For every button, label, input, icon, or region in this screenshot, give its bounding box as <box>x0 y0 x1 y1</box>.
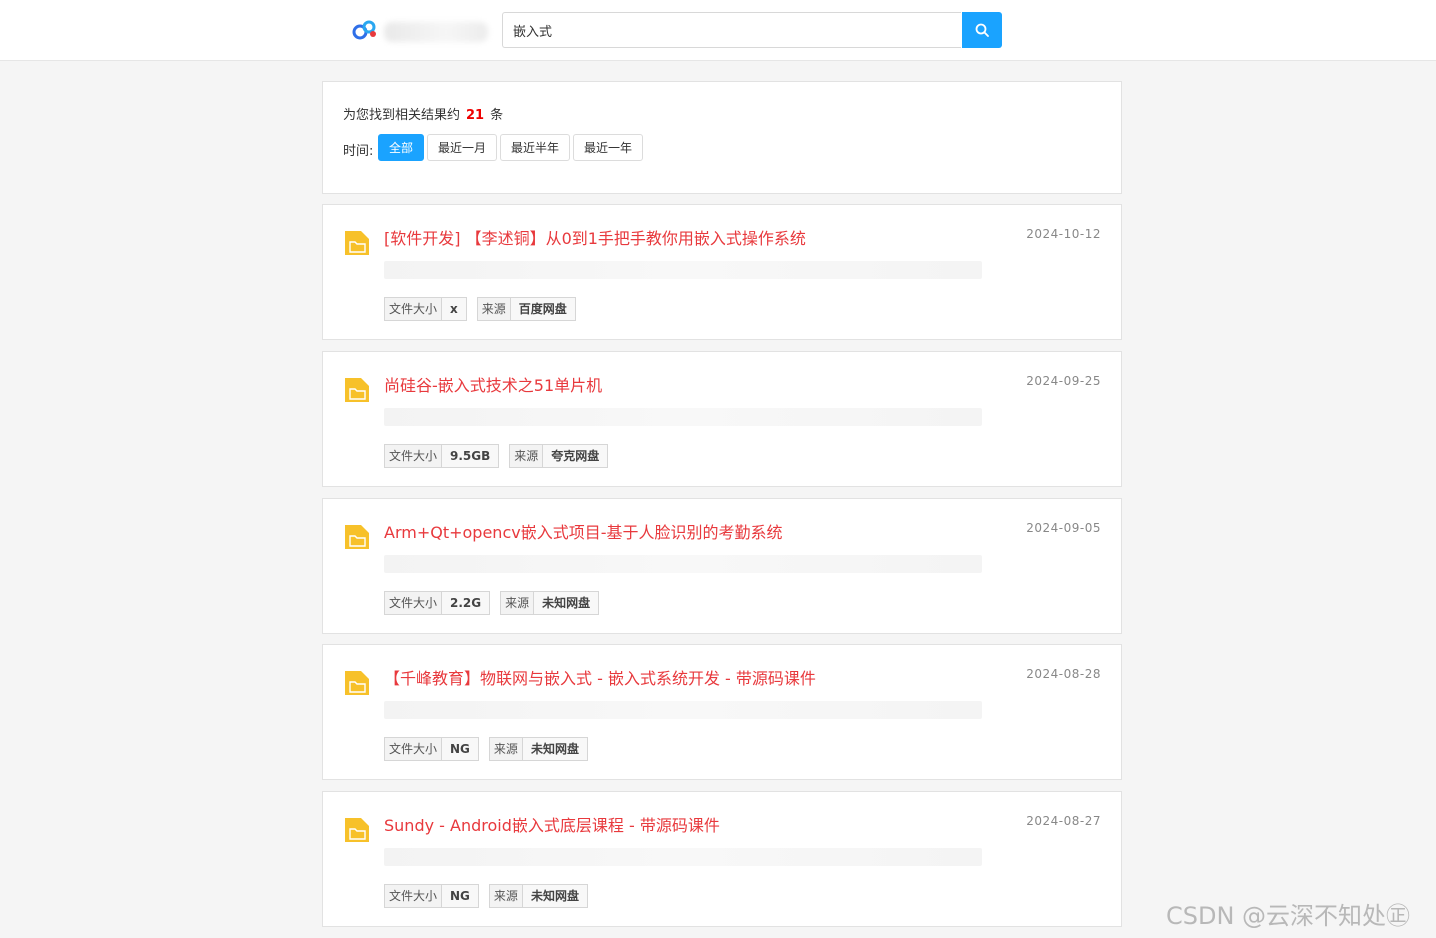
filter-last-year-button[interactable]: 最近一年 <box>573 134 644 161</box>
folder-icon <box>345 671 369 695</box>
file-size-value: 9.5GB <box>442 445 499 467</box>
result-snippet-redacted <box>384 408 982 426</box>
source-value: 未知网盘 <box>534 592 599 614</box>
result-date: 2024-08-27 <box>1026 814 1101 828</box>
source-tag: 来源 夸克网盘 <box>509 444 609 468</box>
file-size-value: NG <box>442 738 478 760</box>
file-size-value: 2.2G <box>442 592 490 614</box>
result-item: Sundy - Android嵌入式底层课程 - 带源码课件 2024-08-2… <box>322 791 1122 927</box>
site-name-redacted <box>384 22 488 42</box>
file-size-tag: 文件大小 NG <box>384 737 479 761</box>
cloud-logo-icon[interactable] <box>352 16 378 44</box>
result-snippet-redacted <box>384 848 982 866</box>
source-label: 来源 <box>489 738 523 760</box>
source-label: 来源 <box>501 592 535 614</box>
file-size-value: x <box>442 298 466 320</box>
file-size-value: NG <box>442 885 478 907</box>
result-date: 2024-10-12 <box>1026 227 1101 241</box>
result-title-link[interactable]: Sundy - Android嵌入式底层课程 - 带源码课件 <box>384 812 720 836</box>
source-tag: 来源 未知网盘 <box>488 737 588 761</box>
file-size-tag: 文件大小 x <box>384 297 467 321</box>
file-size-label: 文件大小 <box>385 592 443 614</box>
time-filter-label: 时间: <box>343 144 374 159</box>
result-tags: 文件大小 NG 来源 未知网盘 <box>384 737 588 761</box>
watermark: CSDN @云深不知处㊣ <box>1166 902 1411 930</box>
result-snippet-redacted <box>384 701 982 719</box>
result-tags: 文件大小 9.5GB 来源 夸克网盘 <box>384 444 609 468</box>
result-tags: 文件大小 x 来源 百度网盘 <box>384 297 576 321</box>
search-button[interactable] <box>962 12 1002 48</box>
filter-last-month-button[interactable]: 最近一月 <box>427 134 498 161</box>
result-item: [软件开发] 【李述铜】从0到1手把手教你用嵌入式操作系统 2024-10-12… <box>322 204 1122 340</box>
search-input[interactable] <box>502 12 961 48</box>
filter-last-half-year-button[interactable]: 最近半年 <box>500 134 571 161</box>
file-size-tag: 文件大小 9.5GB <box>384 444 500 468</box>
source-tag: 来源 百度网盘 <box>476 297 576 321</box>
source-value: 百度网盘 <box>510 298 575 320</box>
results-summary: 为您找到相关结果约 21 条 时间: 全部 最近一月 最近半年 最近一年 <box>322 81 1122 194</box>
result-item: 【千峰教育】物联网与嵌入式 - 嵌入式系统开发 - 带源码课件 2024-08-… <box>322 644 1122 780</box>
result-title-link[interactable]: [软件开发] 【李述铜】从0到1手把手教你用嵌入式操作系统 <box>384 225 806 249</box>
file-size-label: 文件大小 <box>385 445 443 467</box>
source-label: 来源 <box>477 298 511 320</box>
result-date: 2024-08-28 <box>1026 667 1101 681</box>
result-item: Arm+Qt+opencv嵌入式项目-基于人脸识别的考勤系统 2024-09-0… <box>322 498 1122 634</box>
folder-icon <box>345 525 369 549</box>
result-count-line: 为您找到相关结果约 21 条 <box>343 104 503 123</box>
source-label: 来源 <box>489 885 523 907</box>
result-snippet-redacted <box>384 555 982 573</box>
time-filter-group: 全部 最近一月 最近半年 最近一年 <box>378 134 644 161</box>
result-title-link[interactable]: 尚硅谷-嵌入式技术之51单片机 <box>384 372 602 396</box>
file-size-tag: 文件大小 NG <box>384 884 479 908</box>
source-value: 未知网盘 <box>522 738 587 760</box>
source-label: 来源 <box>510 445 544 467</box>
result-snippet-redacted <box>384 261 982 279</box>
result-date: 2024-09-05 <box>1026 521 1101 535</box>
result-count-suffix: 条 <box>490 108 504 123</box>
file-size-label: 文件大小 <box>385 885 443 907</box>
source-tag: 来源 未知网盘 <box>500 591 600 615</box>
folder-icon <box>345 231 369 255</box>
folder-icon <box>345 818 369 842</box>
result-tags: 文件大小 2.2G 来源 未知网盘 <box>384 591 600 615</box>
source-value: 夸克网盘 <box>543 445 608 467</box>
result-item: 尚硅谷-嵌入式技术之51单片机 2024-09-25 文件大小 9.5GB 来源夸… <box>322 351 1122 487</box>
source-value: 未知网盘 <box>522 885 587 907</box>
result-count: 21 <box>466 108 485 123</box>
result-count-prefix: 为您找到相关结果约 <box>343 108 461 123</box>
search-icon <box>975 23 989 37</box>
source-tag: 来源 未知网盘 <box>488 884 588 908</box>
filter-all-button[interactable]: 全部 <box>378 134 425 161</box>
file-size-tag: 文件大小 2.2G <box>384 591 491 615</box>
result-title-link[interactable]: 【千峰教育】物联网与嵌入式 - 嵌入式系统开发 - 带源码课件 <box>384 665 816 689</box>
result-tags: 文件大小 NG 来源 未知网盘 <box>384 884 588 908</box>
top-bar <box>0 0 1436 61</box>
result-title-link[interactable]: Arm+Qt+opencv嵌入式项目-基于人脸识别的考勤系统 <box>384 519 782 543</box>
file-size-label: 文件大小 <box>385 298 443 320</box>
file-size-label: 文件大小 <box>385 738 443 760</box>
folder-icon <box>345 378 369 402</box>
result-date: 2024-09-25 <box>1026 374 1101 388</box>
